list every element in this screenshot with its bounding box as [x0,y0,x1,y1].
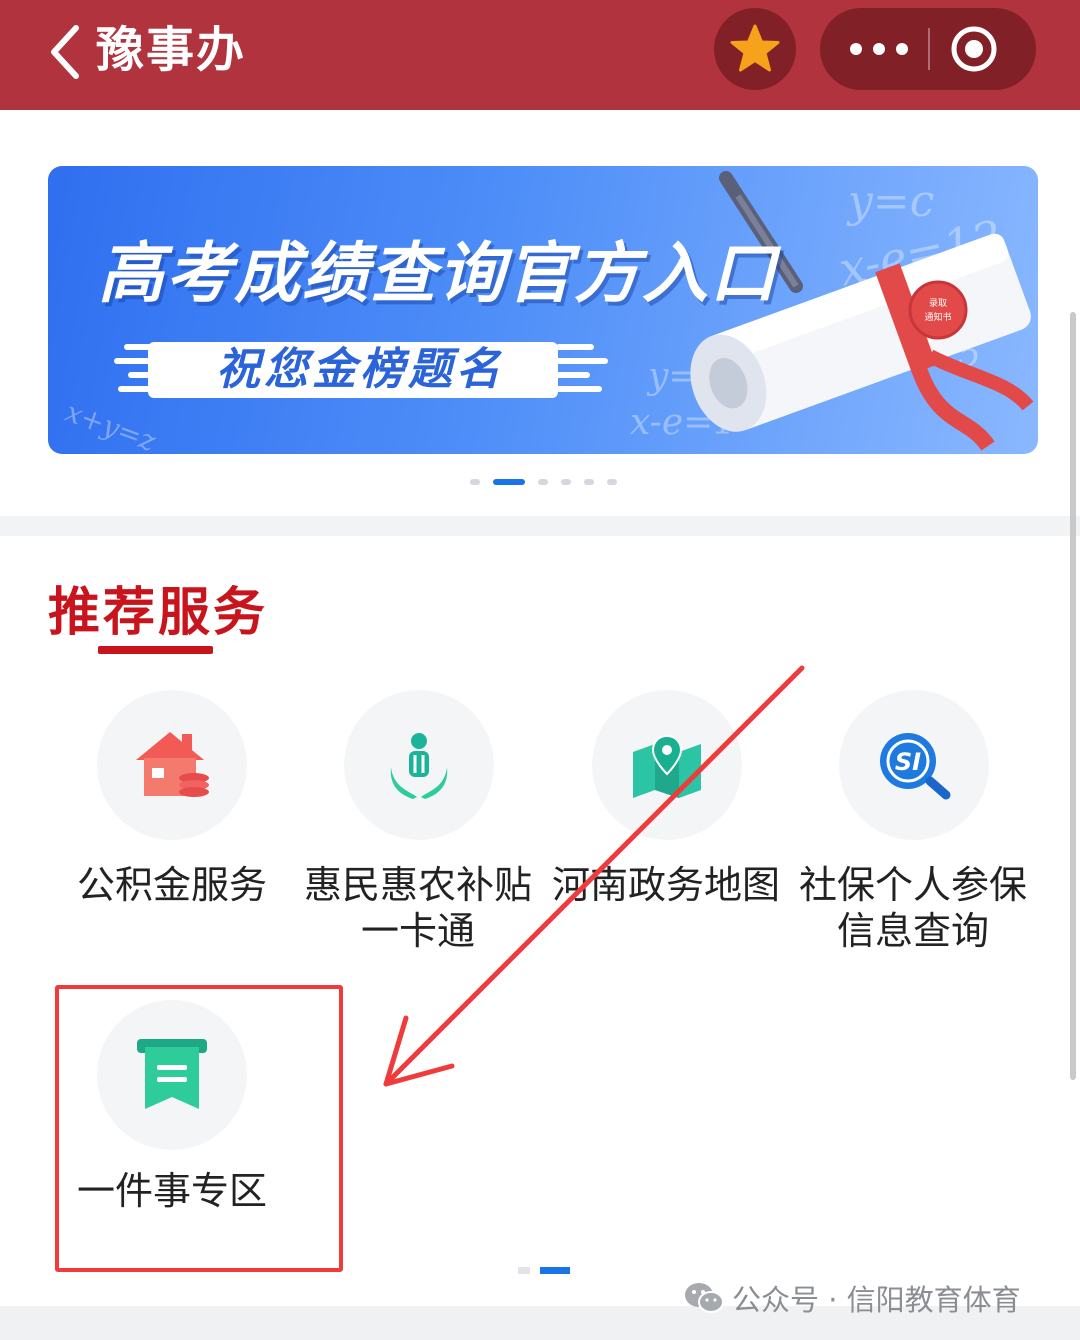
si-logo-text: SI [895,748,921,776]
service-item-housing-fund[interactable]: 公积金服务 [52,690,292,930]
map-pin-icon [633,734,701,798]
page-title: 豫事办 [96,22,247,78]
service-label: 公积金服务 [76,863,267,907]
pager-dot[interactable] [561,479,571,485]
hands-person-icon [390,733,448,799]
service-item-social-security[interactable]: SI 社保个人参保信息查询 [793,690,1033,953]
target-circle-icon[interactable] [950,25,998,73]
scrollbar[interactable] [1070,312,1076,1080]
grid-pager-dot-active[interactable] [540,1267,570,1274]
service-label: 河南政务地图 [551,863,780,907]
watermark-text: 公众号 · 信阳教育体育 [732,1283,1021,1317]
service-icon-circle: SI [839,690,989,840]
wechat-icon [685,1283,724,1313]
banner-pager [470,478,630,486]
service-item-henan-map[interactable]: 河南政务地图 [546,690,786,952]
service-grid-pager [518,1267,580,1274]
service-icon-circle [592,690,742,840]
banner-title: 高考成绩查询官方入口 [98,235,778,312]
favorite-button[interactable] [714,8,796,90]
service-item-subsidy-card[interactable]: 惠民惠农补贴一卡通 [298,690,538,953]
service-icon-circle [344,690,494,840]
service-icon-circle [97,690,247,840]
miniprogram-capsule [820,8,1036,90]
service-label: 惠民惠农补贴一卡通 [303,863,532,953]
pager-dot-active[interactable] [493,479,525,485]
seal-text-line2: 通知书 [924,311,951,323]
gaokao-banner[interactable]: y=c x-e=12 y= x-e=1 x+y=z 5 录取 通知书 高考成绩查… [48,166,1038,454]
section-title-underline [98,646,213,654]
section-title: 推荐服务 [48,583,269,643]
pager-dot[interactable] [584,479,594,485]
pager-dot[interactable] [538,479,548,485]
banner-subtitle: 祝您金榜题名 [216,344,504,395]
back-chevron-icon[interactable] [44,22,88,82]
app-header: 豫事办 [0,0,1080,110]
banner-deco-lines-right [556,344,608,392]
star-icon [730,24,780,72]
section-separator [0,516,1080,536]
seal-text-line1: 录取 [929,298,947,309]
more-dots-icon[interactable] [848,34,910,64]
pager-dot[interactable] [607,479,617,485]
service-label: 社保个人参保信息查询 [798,863,1027,953]
social-security-search-icon: SI [880,733,951,800]
capsule-divider [928,28,930,70]
highlight-annotation-box [55,985,343,1272]
pager-dot[interactable] [470,479,480,485]
house-coins-icon [136,732,209,797]
watermark: 公众号 · 信阳教育体育 [684,1278,1021,1318]
banner-math-text: x+y=z [61,395,161,454]
grid-pager-dot[interactable] [518,1267,530,1274]
